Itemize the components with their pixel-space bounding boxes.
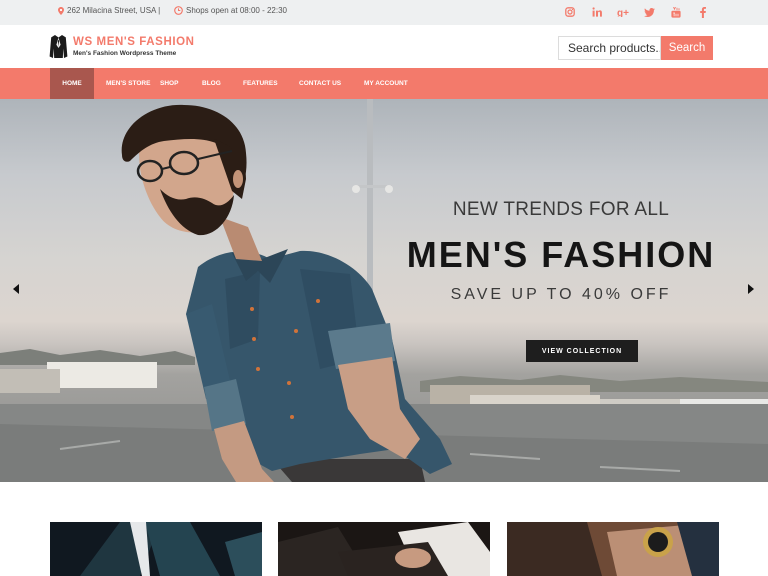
address-info: 262 Milacina Street, USA |	[58, 6, 160, 15]
google-plus-icon[interactable]: g+	[610, 5, 637, 19]
nav-item-contact-us[interactable]: CONTACT US	[299, 68, 364, 99]
nav-item-features[interactable]: FEATURES	[243, 68, 299, 99]
svg-text:g+: g+	[617, 8, 629, 17]
hero-caption: NEW TRENDS FOR ALL MEN'S FASHION SAVE UP…	[405, 199, 717, 304]
social-links: g+	[557, 5, 716, 19]
hero-offer: SAVE UP TO 40% OFF	[450, 286, 672, 303]
hero-slider: NEW TRENDS FOR ALL MEN'S FASHION SAVE UP…	[0, 99, 768, 482]
address-text: 262 Milacina Street, USA |	[67, 6, 161, 15]
hero-subtitle: NEW TRENDS FOR ALL	[452, 199, 670, 220]
site-header: WS MEN'S FASHION Men's Fashion Wordpress…	[0, 25, 768, 68]
nav-item-my-account[interactable]: MY ACCOUNT	[364, 68, 424, 99]
youtube-icon[interactable]	[663, 5, 690, 19]
site-logo[interactable]: WS MEN'S FASHION Men's Fashion Wordpress…	[49, 34, 195, 59]
category-thumbnail[interactable]	[507, 522, 719, 576]
jacket-icon	[49, 35, 68, 58]
search-input[interactable]	[558, 36, 661, 60]
suit-image	[50, 522, 262, 576]
main-nav: HOME MEN'S STORE SHOP BLOG FEATURES CONT…	[0, 68, 768, 99]
category-thumbnail[interactable]	[50, 522, 262, 576]
nav-item-blog[interactable]: BLOG	[202, 68, 243, 99]
site-tagline: Men's Fashion Wordpress Theme	[73, 49, 177, 57]
watch-image	[507, 522, 719, 576]
twitter-icon[interactable]	[637, 5, 664, 19]
search-button[interactable]: Search	[661, 36, 713, 60]
instagram-icon[interactable]	[557, 5, 584, 19]
linkedin-icon[interactable]	[584, 5, 611, 19]
arrow-left-icon[interactable]	[12, 283, 20, 295]
facebook-icon[interactable]	[690, 5, 717, 19]
nav-item-mens-store[interactable]: MEN'S STORE	[94, 68, 160, 99]
search-form: Search	[558, 36, 713, 60]
clock-icon	[174, 6, 183, 15]
arrow-right-icon[interactable]	[747, 283, 755, 295]
tuxedo-image	[278, 522, 490, 576]
hours-info: Shops open at 08:00 - 22:30	[174, 6, 287, 15]
map-pin-icon	[58, 6, 64, 15]
site-title: WS MEN'S FASHION	[73, 35, 195, 48]
category-thumbnail[interactable]	[278, 522, 490, 576]
top-bar: 262 Milacina Street, USA | Shops open at…	[0, 0, 768, 25]
nav-item-shop[interactable]: SHOP	[160, 68, 202, 99]
hours-text: Shops open at 08:00 - 22:30	[186, 6, 287, 15]
view-collection-button[interactable]: VIEW COLLECTION	[526, 340, 638, 362]
nav-item-home[interactable]: HOME	[50, 68, 94, 99]
hero-title: MEN'S FASHION	[406, 234, 716, 275]
